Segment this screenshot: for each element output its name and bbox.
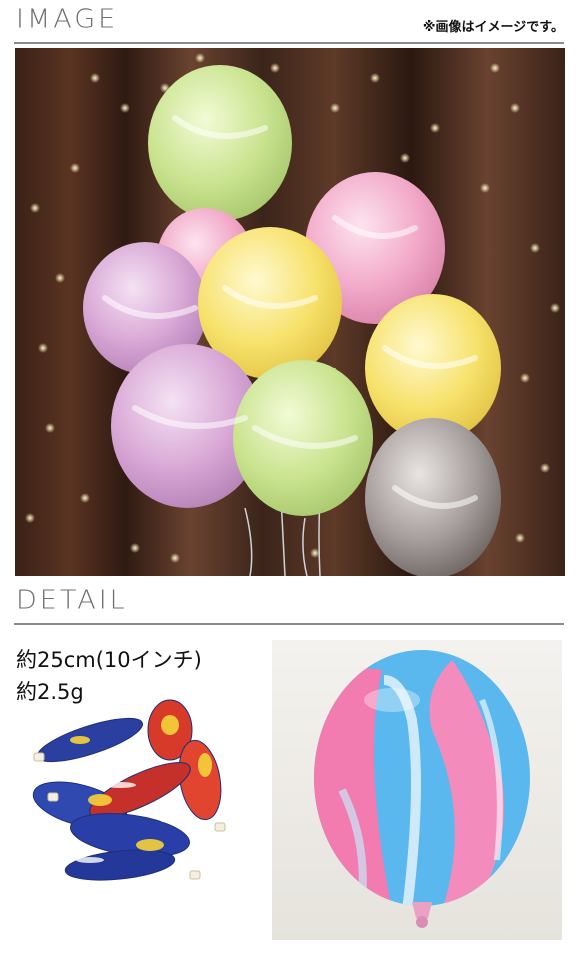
deflated-balloons-photo [20,695,245,885]
single-balloon-closeup-photo [272,640,562,940]
image-divider [14,42,564,44]
balloon-bouquet-photo [15,48,565,576]
image-disclaimer-note: ※画像はイメージです。 [422,20,564,35]
detail-section-title: DETAIL [16,585,128,616]
image-section-title: IMAGE [16,4,119,35]
detail-divider [14,623,564,625]
size-spec: 約25cm(10インチ) [16,648,202,672]
